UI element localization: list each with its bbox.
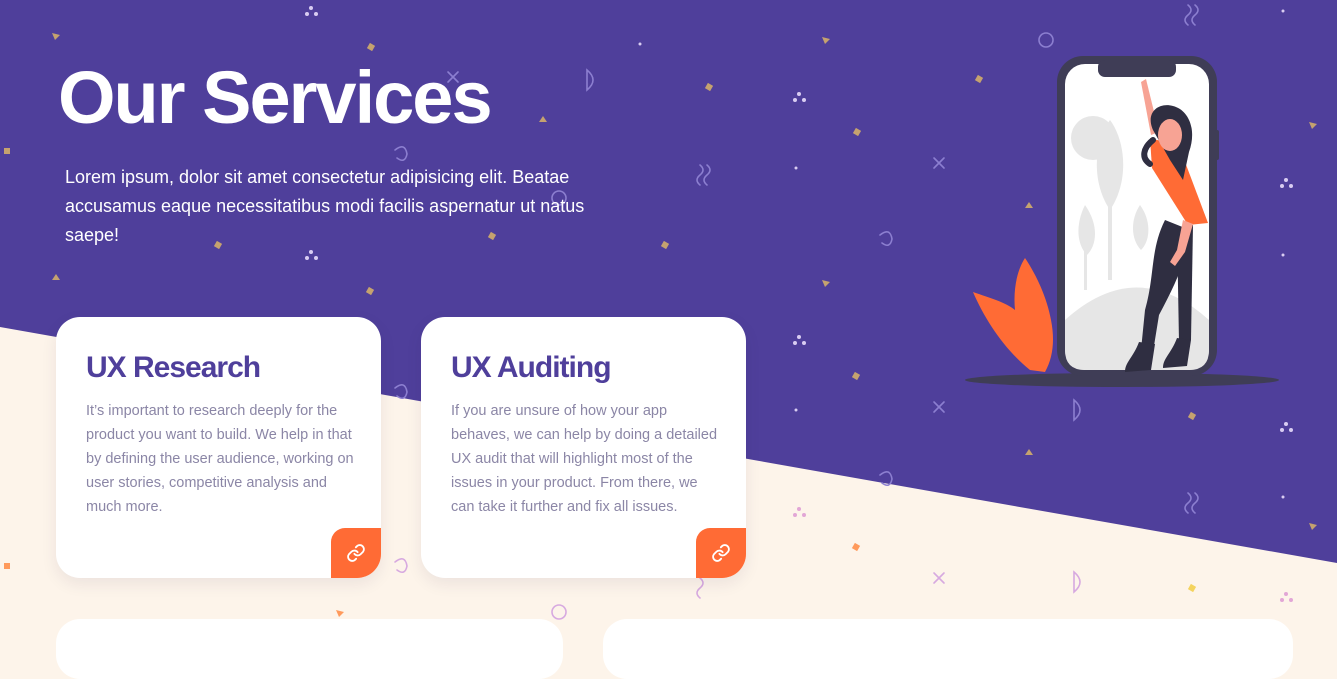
link-icon (712, 544, 730, 562)
phone-illustration (965, 56, 1279, 387)
service-link-button[interactable] (331, 528, 381, 578)
service-card-partial-left (56, 619, 563, 679)
intro-paragraph: Lorem ipsum, dolor sit amet consectetur … (65, 167, 585, 245)
service-card-title: UX Auditing (451, 351, 612, 384)
service-card-description: It’s important to research deeply for th… (86, 403, 354, 515)
service-card-ux-auditing: UX Auditing If you are unsure of how you… (421, 317, 746, 578)
service-card-title: UX Research (86, 351, 261, 384)
service-card-description: If you are unsure of how your app behave… (451, 403, 718, 515)
link-icon (347, 544, 365, 562)
page-title: Our Services (58, 56, 493, 139)
service-card-partial-right (603, 619, 1293, 679)
service-link-button[interactable] (696, 528, 746, 578)
service-card-ux-research: UX Research It’s important to research d… (56, 317, 381, 578)
